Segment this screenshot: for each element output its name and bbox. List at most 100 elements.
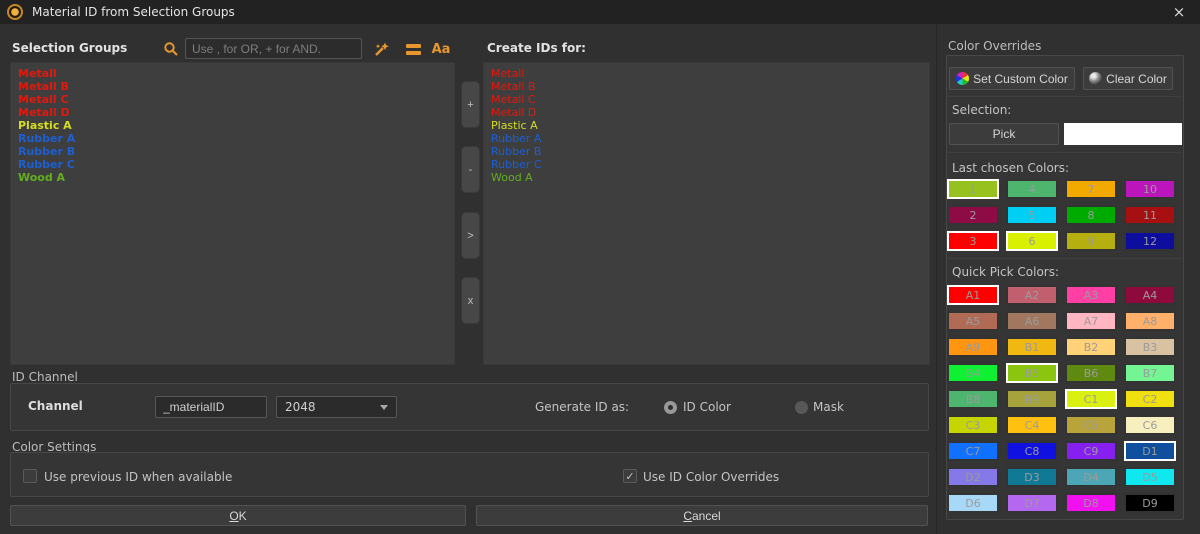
quick-color-swatch-C3[interactable]: C3: [947, 415, 999, 435]
selection-group-item[interactable]: Rubber B: [18, 145, 447, 158]
create-id-item[interactable]: Rubber A: [491, 132, 922, 145]
create-id-item[interactable]: Metall C: [491, 93, 922, 106]
quick-color-swatch-A7[interactable]: A7: [1065, 311, 1117, 331]
set-custom-color-button[interactable]: Set Custom Color: [949, 67, 1075, 90]
quick-color-swatch-D4[interactable]: D4: [1065, 467, 1117, 487]
create-id-item[interactable]: Wood A: [491, 171, 922, 184]
last-color-swatch-4[interactable]: 4: [1006, 179, 1058, 199]
move-right-button[interactable]: >: [461, 212, 480, 259]
quick-color-swatch-D5[interactable]: D5: [1124, 467, 1176, 487]
quick-color-swatch-B4[interactable]: B4: [947, 363, 999, 383]
id-color-radio[interactable]: [664, 401, 677, 414]
search-input[interactable]: [185, 38, 362, 59]
create-id-item[interactable]: Metall: [491, 67, 922, 80]
quick-color-swatch-A1[interactable]: A1: [947, 285, 999, 305]
dialog-window: Material ID from Selection Groups × Sele…: [0, 0, 1200, 534]
quick-pick-colors-label: Quick Pick Colors:: [952, 265, 1059, 279]
quick-color-swatch-B3[interactable]: B3: [1124, 337, 1176, 357]
quick-color-swatch-B1[interactable]: B1: [1006, 337, 1058, 357]
cancel-button[interactable]: Cancel: [476, 505, 928, 526]
ok-button[interactable]: OK: [10, 505, 466, 526]
quick-color-swatch-C5[interactable]: C5: [1065, 415, 1117, 435]
create-id-item[interactable]: Plastic A: [491, 119, 922, 132]
close-icon[interactable]: ×: [1169, 2, 1189, 22]
quick-color-swatch-D8[interactable]: D8: [1065, 493, 1117, 513]
remove-button[interactable]: -: [461, 146, 480, 193]
quick-color-swatch-A4[interactable]: A4: [1124, 285, 1176, 305]
quick-color-swatch-C6[interactable]: C6: [1124, 415, 1176, 435]
last-color-swatch-8[interactable]: 8: [1065, 205, 1117, 225]
quick-color-swatch-C4[interactable]: C4: [1006, 415, 1058, 435]
selection-groups-title: Selection Groups: [12, 41, 127, 55]
quick-color-swatch-A9[interactable]: A9: [947, 337, 999, 357]
current-color-swatch[interactable]: [1064, 123, 1182, 145]
quick-color-swatch-C8[interactable]: C8: [1006, 441, 1058, 461]
quick-color-swatch-C9[interactable]: C9: [1065, 441, 1117, 461]
quick-color-swatch-B6[interactable]: B6: [1065, 363, 1117, 383]
last-chosen-colors-label: Last chosen Colors:: [952, 161, 1069, 175]
quick-color-swatch-B2[interactable]: B2: [1065, 337, 1117, 357]
selection-group-item[interactable]: Wood A: [18, 171, 447, 184]
last-color-swatch-6[interactable]: 6: [1006, 231, 1058, 251]
clear-list-button[interactable]: x: [461, 277, 480, 324]
last-color-swatch-9[interactable]: 9: [1065, 231, 1117, 251]
quick-color-swatch-D1[interactable]: D1: [1124, 441, 1176, 461]
gray-sphere-icon: [1089, 72, 1102, 85]
quick-color-swatch-C2[interactable]: C2: [1124, 389, 1176, 409]
channel-label: Channel: [28, 399, 83, 413]
use-id-color-overrides-checkbox[interactable]: [623, 469, 637, 483]
titlebar: Material ID from Selection Groups ×: [0, 0, 1200, 24]
quick-pick-colors-grid: A1 A2 A3 A4 A5 A6 A7 A8 A9 B1 B2 B3 B4 B5 B6 B7 B8 B9 C1 C2…: [947, 285, 1176, 513]
quick-color-swatch-A8[interactable]: A8: [1124, 311, 1176, 331]
use-previous-id-checkbox[interactable]: [23, 469, 37, 483]
quick-color-swatch-D9[interactable]: D9: [1124, 493, 1176, 513]
last-color-swatch-12[interactable]: 12: [1124, 231, 1176, 251]
last-color-swatch-2[interactable]: 2: [947, 205, 999, 225]
use-previous-id-label: Use previous ID when available: [44, 470, 232, 484]
selection-group-item[interactable]: Plastic A: [18, 119, 447, 132]
channel-name-input[interactable]: [155, 396, 267, 418]
quick-color-swatch-C7[interactable]: C7: [947, 441, 999, 461]
quick-color-swatch-A5[interactable]: A5: [947, 311, 999, 331]
case-sensitivity-icon[interactable]: Aa: [430, 39, 452, 59]
quick-color-swatch-B7[interactable]: B7: [1124, 363, 1176, 383]
selection-group-item[interactable]: Rubber A: [18, 132, 447, 145]
quick-color-swatch-A2[interactable]: A2: [1006, 285, 1058, 305]
mask-radio[interactable]: [795, 401, 808, 414]
chevron-down-icon: [380, 405, 388, 410]
quick-color-swatch-D7[interactable]: D7: [1006, 493, 1058, 513]
resolution-dropdown[interactable]: 2048: [276, 396, 397, 418]
selection-group-item[interactable]: Metall D: [18, 106, 447, 119]
quick-color-swatch-A6[interactable]: A6: [1006, 311, 1058, 331]
list-lines-icon[interactable]: [402, 39, 424, 59]
wand-icon[interactable]: [370, 39, 392, 59]
last-color-swatch-3[interactable]: 3: [947, 231, 999, 251]
quick-color-swatch-C1[interactable]: C1: [1065, 389, 1117, 409]
selection-groups-list[interactable]: MetallMetall BMetall CMetall DPlastic AR…: [10, 62, 455, 365]
create-id-item[interactable]: Rubber C: [491, 158, 922, 171]
quick-color-swatch-D6[interactable]: D6: [947, 493, 999, 513]
last-color-swatch-5[interactable]: 5: [1006, 205, 1058, 225]
create-id-item[interactable]: Metall B: [491, 80, 922, 93]
last-color-swatch-1[interactable]: 1: [947, 179, 999, 199]
selection-group-item[interactable]: Metall B: [18, 80, 447, 93]
quick-color-swatch-D3[interactable]: D3: [1006, 467, 1058, 487]
create-id-item[interactable]: Rubber B: [491, 145, 922, 158]
quick-color-swatch-B8[interactable]: B8: [947, 389, 999, 409]
selection-group-item[interactable]: Metall C: [18, 93, 447, 106]
last-color-swatch-10[interactable]: 10: [1124, 179, 1176, 199]
create-ids-list[interactable]: MetallMetall BMetall CMetall DPlastic AR…: [483, 62, 930, 365]
selection-group-item[interactable]: Metall: [18, 67, 447, 80]
last-color-swatch-7[interactable]: 7: [1065, 179, 1117, 199]
selection-label: Selection:: [952, 103, 1011, 117]
quick-color-swatch-B5[interactable]: B5: [1006, 363, 1058, 383]
quick-color-swatch-D2[interactable]: D2: [947, 467, 999, 487]
pick-button[interactable]: Pick: [949, 123, 1059, 145]
selection-group-item[interactable]: Rubber C: [18, 158, 447, 171]
quick-color-swatch-B9[interactable]: B9: [1006, 389, 1058, 409]
clear-color-button[interactable]: Clear Color: [1083, 67, 1173, 90]
add-button[interactable]: +: [461, 81, 480, 128]
last-color-swatch-11[interactable]: 11: [1124, 205, 1176, 225]
quick-color-swatch-A3[interactable]: A3: [1065, 285, 1117, 305]
create-id-item[interactable]: Metall D: [491, 106, 922, 119]
